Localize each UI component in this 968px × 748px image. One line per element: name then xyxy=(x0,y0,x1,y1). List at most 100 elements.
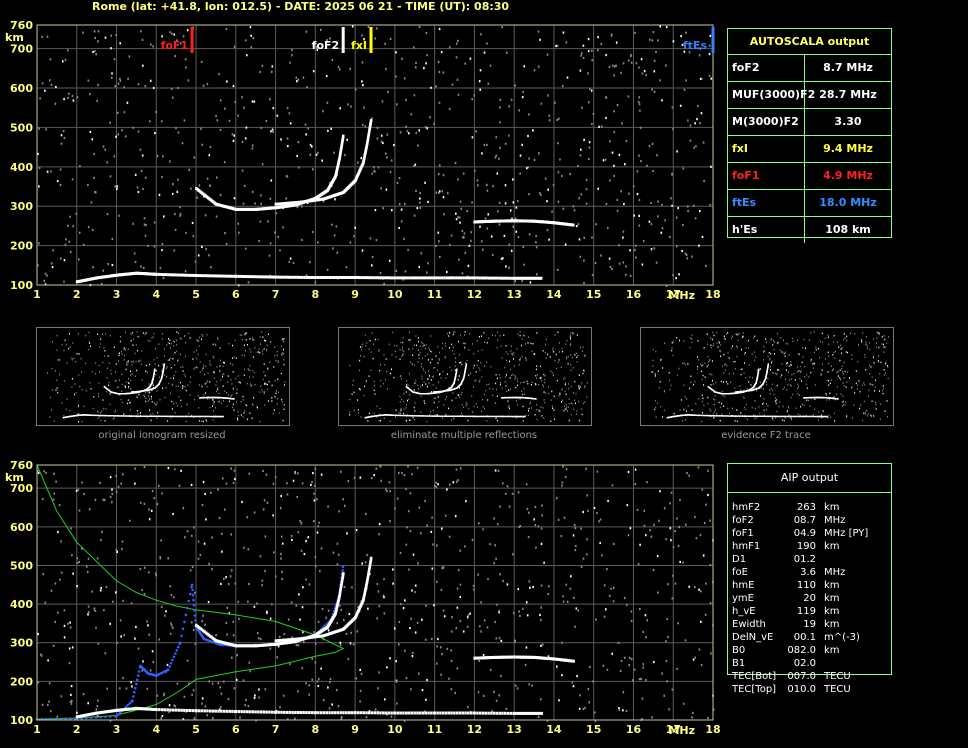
trace-point xyxy=(408,414,410,417)
trace-point xyxy=(729,415,731,417)
trace-point xyxy=(473,276,476,280)
trace-point xyxy=(366,276,369,280)
trace-point xyxy=(483,276,486,280)
trace-point xyxy=(261,275,264,279)
aip-virtual-point xyxy=(184,613,188,617)
trace-point xyxy=(707,414,710,417)
trace-point xyxy=(475,415,477,418)
aip-virtual-point xyxy=(192,598,195,602)
trace-point xyxy=(155,415,157,417)
trace-point xyxy=(249,275,252,279)
trace-point xyxy=(256,275,259,279)
y-tick-label: 700 xyxy=(10,482,33,495)
trace-point xyxy=(725,415,727,417)
trace-point xyxy=(328,711,331,715)
trace-point xyxy=(218,274,222,278)
trace-point xyxy=(439,711,442,715)
trace-point xyxy=(432,415,435,417)
trace-point xyxy=(89,414,92,416)
trace-point xyxy=(413,415,416,417)
aip-row: hmF1 190 km xyxy=(728,540,891,553)
trace-point xyxy=(244,275,247,278)
aip-virtual-point xyxy=(166,668,170,672)
trace-point xyxy=(394,414,397,417)
trace-point xyxy=(417,415,420,417)
trace-point xyxy=(476,711,479,715)
trace-point xyxy=(396,414,398,417)
trace-point xyxy=(310,276,313,279)
trace-point xyxy=(736,415,738,417)
trace-point xyxy=(211,274,215,278)
trace-point xyxy=(102,414,104,417)
trace-point xyxy=(782,415,785,418)
trace-point xyxy=(452,415,454,417)
autoscala-row: fxI 9.4 MHz xyxy=(728,136,891,163)
trace-point xyxy=(336,711,340,715)
trace-point xyxy=(347,276,351,279)
aip-row: B0 082.0 km xyxy=(728,644,891,657)
aip-virtual-point xyxy=(117,713,120,716)
trace-point xyxy=(749,415,752,417)
trace-point xyxy=(427,276,430,280)
marker-label: fxI xyxy=(351,39,367,52)
trace-point xyxy=(223,274,227,278)
autoscala-key: ftEs xyxy=(728,190,805,216)
trace-point xyxy=(144,415,146,417)
trace-point xyxy=(230,274,234,278)
trace-point xyxy=(497,415,499,418)
trace-point xyxy=(752,415,755,417)
aip-unit: km xyxy=(824,645,840,656)
trace-point xyxy=(323,276,327,279)
trace-point xyxy=(785,415,787,418)
trace-point xyxy=(133,415,136,417)
aip-value: 00.1 xyxy=(793,632,816,643)
y-tick-label: 400 xyxy=(10,161,33,174)
y-unit-label: km xyxy=(5,31,24,44)
trace-point xyxy=(129,415,131,417)
trace-point xyxy=(480,276,484,280)
trace-point xyxy=(458,711,462,715)
aip-row: foF2 08.7 MHz xyxy=(728,514,891,527)
trace-point xyxy=(410,276,414,280)
autoscala-value: 4.9 MHz xyxy=(823,169,873,182)
trace-point xyxy=(201,415,204,418)
trace-point xyxy=(398,276,402,280)
trace-point xyxy=(473,415,476,418)
trace-point xyxy=(442,711,445,715)
trace-point xyxy=(167,415,170,418)
autoscala-key: fxI xyxy=(728,136,805,162)
trace-point xyxy=(303,275,306,279)
trace-point xyxy=(504,711,507,715)
trace-point xyxy=(803,415,805,418)
trace-point xyxy=(396,711,400,715)
aip-row: DelN_vE 00.1 m^(-3) xyxy=(728,631,891,644)
trace-point xyxy=(462,415,465,418)
trace-point xyxy=(268,275,271,279)
x-tick-label: 2 xyxy=(73,288,81,301)
trace-point xyxy=(423,415,425,417)
trace-point xyxy=(401,414,403,417)
autoscala-key: h'Es xyxy=(728,217,805,243)
trace-point xyxy=(242,275,245,278)
aip-virtual-point xyxy=(94,716,98,719)
y-tick-label: 600 xyxy=(10,521,33,534)
trace-point xyxy=(400,414,402,417)
aip-unit: TECU xyxy=(824,684,851,695)
trace-point xyxy=(126,415,129,417)
trace-point xyxy=(699,414,701,417)
trace-point xyxy=(169,415,171,418)
trace-point xyxy=(767,363,770,365)
x-tick-label: 12 xyxy=(467,723,482,736)
aip-value: 3.6 xyxy=(800,567,816,578)
aip-value: 119 xyxy=(796,606,816,617)
trace-point xyxy=(779,415,782,418)
trace-point xyxy=(448,276,451,280)
trace-point xyxy=(333,711,337,715)
aip-row: hmE 110 km xyxy=(728,579,891,592)
trace-point xyxy=(440,276,444,280)
trace-point xyxy=(482,415,484,418)
trace-point xyxy=(375,276,379,280)
aip-key: Ewidth xyxy=(732,619,766,630)
trace-point xyxy=(183,708,186,712)
trace-point xyxy=(206,709,209,713)
